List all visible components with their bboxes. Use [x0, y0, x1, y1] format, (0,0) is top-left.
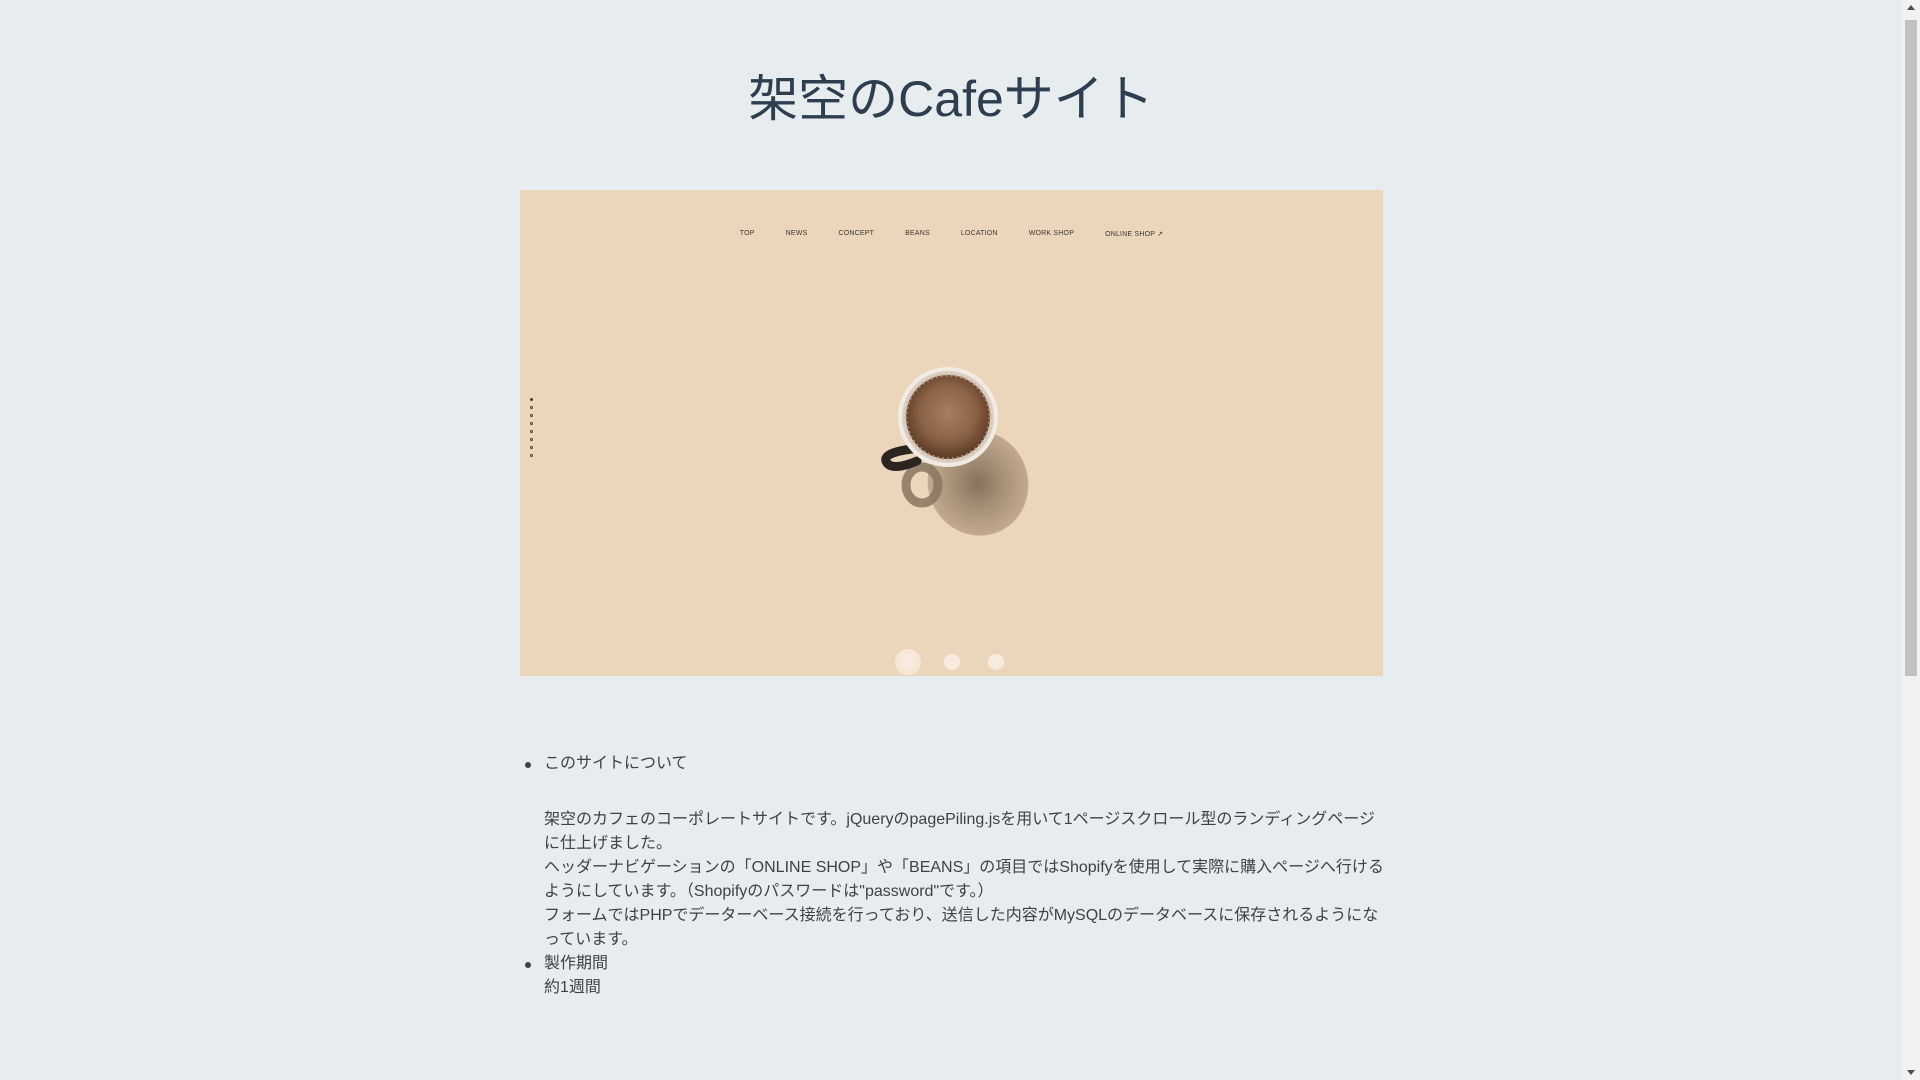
scrollbar-thumb[interactable] — [1905, 20, 1917, 676]
preview-nav-concept: CONCEPT — [838, 230, 875, 237]
preview-nav-online-shop: ONLINE SHOP ↗ — [1105, 231, 1164, 238]
preview-nav-news: NEWS — [785, 230, 808, 237]
about-heading: このサイトについて — [525, 752, 1384, 776]
slider-dot-1[interactable] — [899, 654, 916, 670]
slider-dot-3[interactable] — [987, 654, 1004, 670]
scroll-up-arrow-icon[interactable] — [1907, 5, 1915, 10]
about-line: 架空のカフェのコーポレートサイトです。jQueryのpagePiling.jsを… — [544, 811, 1375, 852]
period-body: 約1週間 — [544, 979, 601, 996]
preview-side-dot — [530, 422, 533, 425]
slider-dot-2[interactable] — [943, 654, 960, 670]
preview-nav-workshop: WORK SHOP — [1028, 230, 1075, 237]
about-line: ヘッダーナビゲーションの「ONLINE SHOP」や「BEANS」の項目ではSh… — [544, 859, 1384, 900]
preview-side-dots — [530, 398, 533, 457]
preview-side-dot — [530, 454, 533, 457]
preview-side-dot — [530, 446, 533, 449]
preview-nav: TOP NEWS CONCEPT BEANS LOCATION WORK SHO… — [520, 230, 1383, 238]
preview-side-dot — [530, 430, 533, 433]
preview-side-dot — [530, 398, 533, 401]
scroll-down-arrow-icon[interactable] — [1907, 1070, 1915, 1075]
about-body: 架空のカフェのコーポレートサイトです。jQueryのpagePiling.jsを… — [544, 808, 1384, 952]
preview-side-dot — [530, 406, 533, 409]
preview-side-dot — [530, 438, 533, 441]
coffee-cup-image — [860, 365, 1050, 545]
external-link-icon: ↗ — [1157, 231, 1164, 238]
slider-pagination — [520, 654, 1383, 670]
preview-nav-beans: BEANS — [905, 230, 930, 237]
preview-nav-location: LOCATION — [960, 230, 998, 237]
about-line: フォームではPHPでデーターベース接続を行っており、送信した内容がMySQLのデ… — [544, 907, 1379, 948]
vertical-scrollbar[interactable] — [1902, 0, 1920, 1080]
preview-nav-top: TOP — [739, 230, 755, 237]
project-description: このサイトについて 架空のカフェのコーポレートサイトです。jQueryのpage… — [525, 752, 1384, 1000]
screenshot-slider[interactable]: TOP NEWS CONCEPT BEANS LOCATION WORK SHO… — [520, 190, 1383, 676]
period-heading: 製作期間 — [525, 952, 1384, 976]
preview-side-dot — [530, 414, 533, 417]
page: 架空のCafeサイト TOP NEWS CONCEPT BEANS LOCATI… — [0, 0, 1902, 1080]
page-title: 架空のCafeサイト — [748, 71, 1154, 127]
